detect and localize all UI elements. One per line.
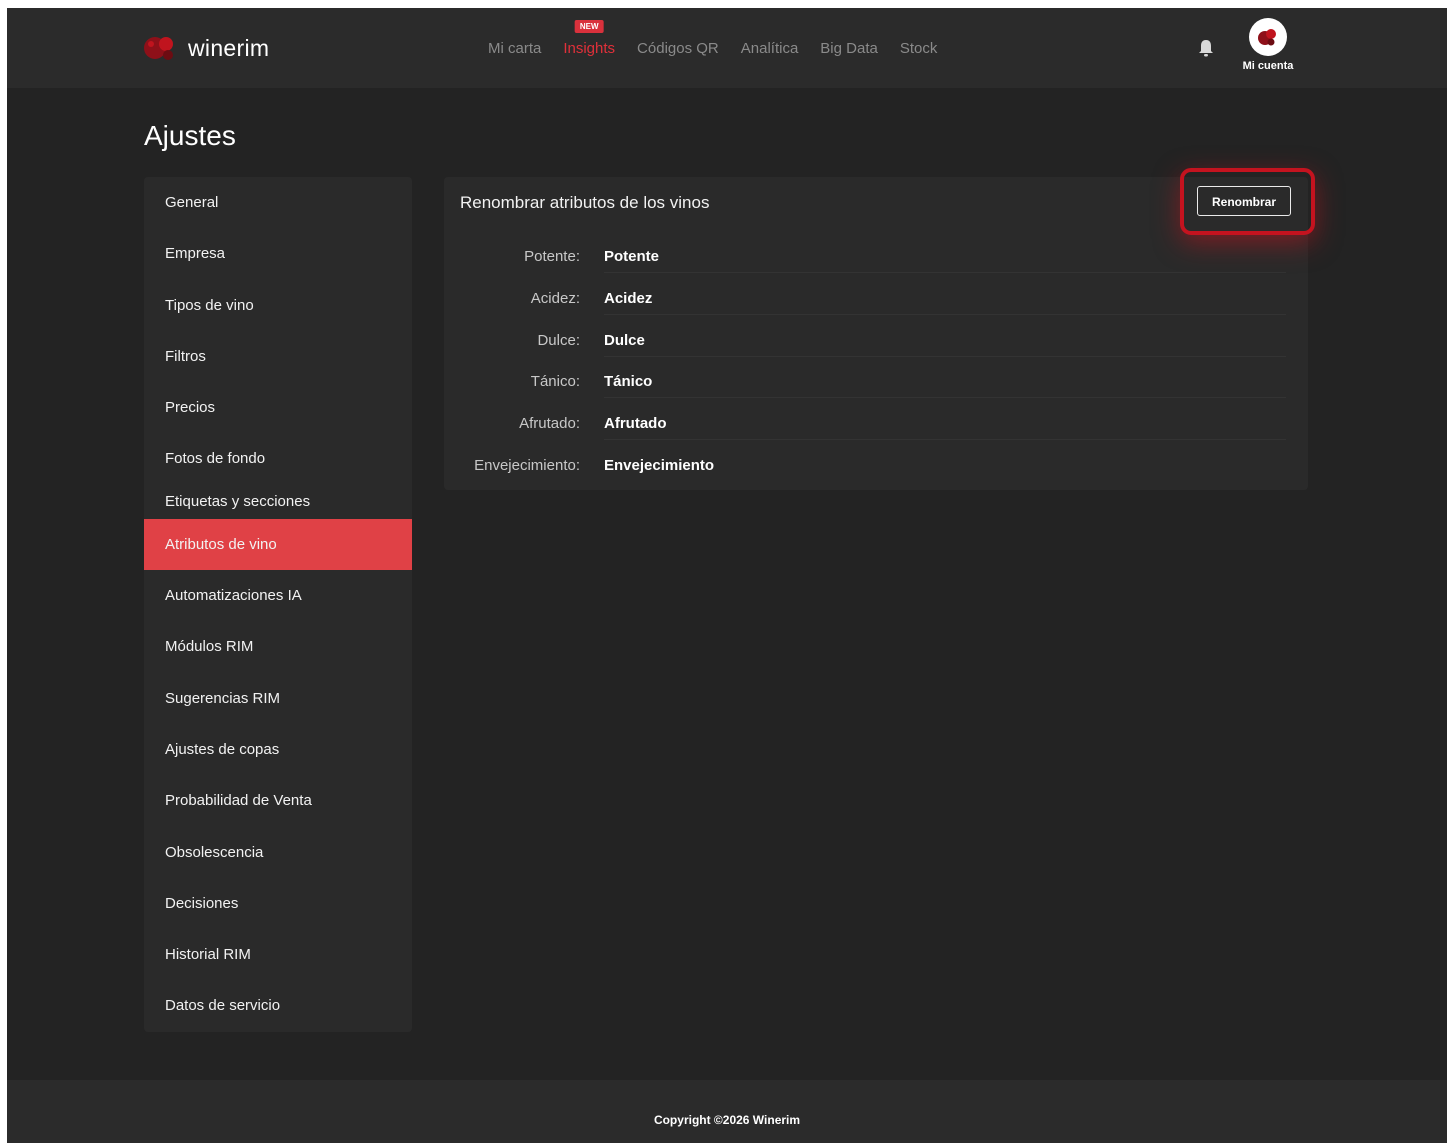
attribute-name-input[interactable] [604, 373, 1264, 390]
attribute-name-input[interactable] [604, 290, 1264, 307]
copyright-text: Copyright ©2026 Winerim [653, 1113, 801, 1127]
bell-icon[interactable] [1197, 38, 1215, 58]
sidebar-item-datos-de-servicio[interactable]: Datos de servicio [144, 980, 412, 1031]
sidebar-item-historial-rim[interactable]: Historial RIM [144, 929, 412, 980]
nav-big-data[interactable]: Big Data [820, 40, 878, 57]
sidebar-item-general[interactable]: General [144, 177, 412, 228]
nav-analitica[interactable]: Analítica [741, 40, 799, 57]
attribute-row: Dulce: [444, 332, 1308, 357]
attribute-row: Afrutado: [444, 415, 1308, 440]
sidebar-item-precios[interactable]: Precios [144, 382, 412, 433]
attribute-name-input[interactable] [604, 248, 1264, 265]
new-badge: NEW [574, 19, 604, 33]
sidebar-item-fotos-de-fondo[interactable]: Fotos de fondo [144, 433, 412, 484]
sidebar-item-automatizaciones-ia[interactable]: Automatizaciones IA [144, 570, 412, 621]
attribute-label: Envejecimiento: [474, 457, 580, 474]
brand-name: winerim [188, 34, 270, 61]
rename-attributes-card: Renombrar atributos de los vinos Renombr… [444, 177, 1308, 490]
sidebar-item-ajustes-de-copas[interactable]: Ajustes de copas [144, 724, 412, 775]
divider [604, 272, 1286, 273]
attribute-label: Tánico: [530, 373, 580, 390]
nav-insights-label: Insights [563, 39, 616, 57]
attribute-label: Potente: [524, 248, 580, 265]
top-navigation-bar: winerim Mi carta NEW Insights Códigos QR… [7, 8, 1447, 88]
attribute-row: Tánico: [444, 373, 1308, 398]
account-label: Mi cuenta [1242, 60, 1294, 72]
attribute-label: Afrutado: [519, 415, 580, 432]
sidebar-item-atributos-de-vino[interactable]: Atributos de vino [144, 518, 412, 571]
nav-mi-carta[interactable]: Mi carta [488, 40, 541, 57]
divider [604, 314, 1286, 315]
main-nav: Mi carta NEW Insights Códigos QR Analíti… [477, 8, 948, 88]
sidebar-item-modulos-rim[interactable]: Módulos RIM [144, 621, 412, 672]
divider [604, 356, 1286, 357]
attribute-label: Acidez: [530, 290, 580, 307]
card-title: Renombrar atributos de los vinos [460, 193, 710, 212]
page-title: Ajustes [144, 120, 236, 151]
sidebar-item-probabilidad-de-venta[interactable]: Probabilidad de Venta [144, 775, 412, 826]
attribute-name-input[interactable] [604, 415, 1264, 432]
sidebar-item-decisiones[interactable]: Decisiones [144, 878, 412, 929]
winerim-logo-icon [142, 30, 178, 66]
divider [604, 397, 1286, 398]
app-window: winerim Mi carta NEW Insights Códigos QR… [7, 8, 1447, 1143]
attribute-row: Potente: [444, 248, 1308, 273]
attribute-name-input[interactable] [604, 457, 1264, 474]
brand-logo[interactable]: winerim [142, 30, 269, 66]
sidebar-item-tipos-de-vino[interactable]: Tipos de vino [144, 280, 412, 331]
nav-insights[interactable]: NEW Insights [563, 19, 616, 57]
attribute-row: Acidez: [444, 290, 1308, 315]
nav-codigos-qr[interactable]: Códigos QR [637, 40, 719, 57]
attribute-name-input[interactable] [604, 332, 1264, 349]
account-menu[interactable]: Mi cuenta [1233, 18, 1303, 72]
sidebar-item-etiquetas-y-secciones[interactable]: Etiquetas y secciones [144, 485, 412, 519]
sidebar-item-sugerencias-rim[interactable]: Sugerencias RIM [144, 673, 412, 724]
rename-button[interactable]: Renombrar [1197, 186, 1291, 216]
nav-stock[interactable]: Stock [900, 40, 938, 57]
sidebar-item-filtros[interactable]: Filtros [144, 331, 412, 382]
footer: Copyright ©2026 Winerim [7, 1080, 1447, 1143]
attribute-row: Envejecimiento: [444, 457, 1308, 481]
attribute-label: Dulce: [537, 332, 580, 349]
avatar [1249, 18, 1287, 56]
divider [604, 439, 1286, 440]
sidebar-item-empresa[interactable]: Empresa [144, 228, 412, 279]
sidebar-item-obsolescencia[interactable]: Obsolescencia [144, 827, 412, 878]
settings-sidebar: General Empresa Tipos de vino Filtros Pr… [144, 177, 412, 1032]
